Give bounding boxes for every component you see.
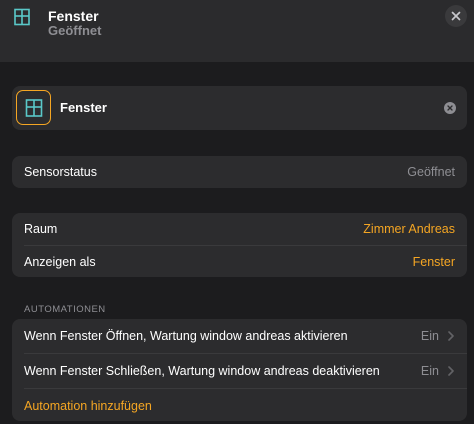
automation-label: Wenn Fenster Schließen, Wartung window a… [24, 364, 380, 378]
sensor-status-card: Sensorstatus Geöffnet [12, 156, 467, 188]
add-automation-row[interactable]: Automation hinzufügen [12, 389, 467, 423]
sensor-status-label: Sensorstatus [24, 165, 97, 179]
automations-section-header: AUTOMATIONEN [24, 304, 106, 315]
chevron-right-icon [448, 366, 454, 376]
room-value[interactable]: Zimmer Andreas [363, 222, 455, 236]
automation-status: Ein [420, 329, 439, 343]
automation-item[interactable]: Wenn Fenster Schließen, Wartung window a… [12, 354, 467, 388]
header-title: Fenster [48, 8, 99, 24]
display-as-value[interactable]: Fenster [413, 255, 455, 269]
room-row[interactable]: Raum Zimmer Andreas [12, 213, 467, 245]
window-icon [14, 8, 30, 26]
automation-status: Ein [420, 364, 439, 378]
automations-card: Wenn Fenster Öffnen, Wartung window andr… [12, 319, 467, 421]
sensor-status-row: Sensorstatus Geöffnet [12, 156, 467, 188]
sensor-status-value: Geöffnet [407, 165, 455, 179]
automation-item[interactable]: Wenn Fenster Öffnen, Wartung window andr… [12, 319, 467, 353]
window-icon [25, 98, 42, 117]
header: Fenster Geöffnet [0, 0, 474, 62]
room-card: Raum Zimmer Andreas Anzeigen als Fenster [12, 213, 467, 277]
clear-icon [447, 105, 453, 111]
clear-name-button[interactable] [444, 102, 456, 114]
chevron-right-icon [448, 331, 454, 341]
accessory-name-input[interactable]: Fenster [60, 100, 107, 115]
accessory-icon-tile[interactable] [16, 90, 51, 125]
add-automation-button[interactable]: Automation hinzufügen [24, 399, 152, 413]
room-label: Raum [24, 222, 58, 236]
automation-label: Wenn Fenster Öffnen, Wartung window andr… [24, 329, 348, 343]
display-as-row[interactable]: Anzeigen als Fenster [12, 246, 467, 278]
close-icon [451, 11, 461, 21]
header-subtitle: Geöffnet [48, 23, 102, 38]
accessory-name-card: Fenster [12, 86, 467, 130]
close-button[interactable] [445, 5, 467, 27]
display-as-label: Anzeigen als [24, 255, 96, 269]
